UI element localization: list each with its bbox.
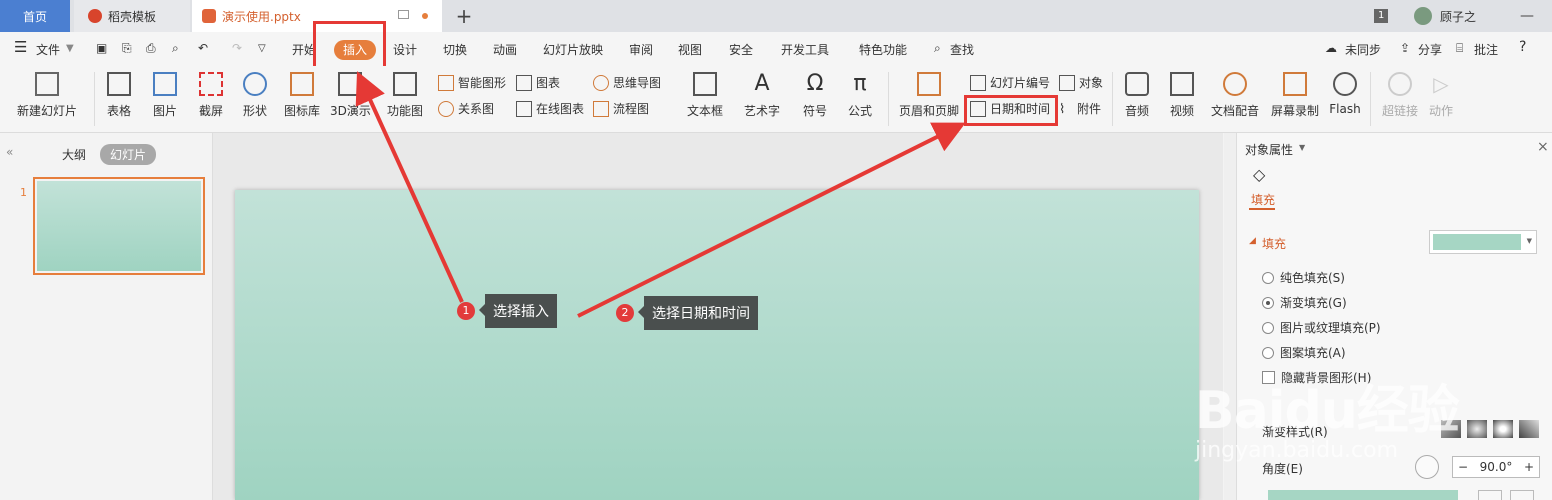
- annotation-arrows: [355, 71, 966, 318]
- step-text: 选择日期和时间: [638, 296, 758, 330]
- arrow-to-datetime: [577, 122, 966, 318]
- callout-step-2: 2 选择日期和时间: [616, 296, 758, 330]
- step-number: 2: [616, 304, 634, 322]
- callout-step-1: 1 选择插入: [457, 294, 557, 328]
- arrow-to-insert: [355, 71, 464, 303]
- step-text: 选择插入: [479, 294, 557, 328]
- step-number: 1: [457, 302, 475, 320]
